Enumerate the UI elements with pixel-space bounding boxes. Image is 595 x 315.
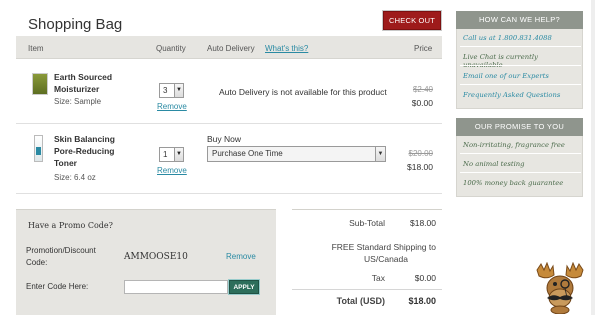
remove-promo-link[interactable]: Remove (226, 252, 256, 261)
applied-promo-code: AMMOOSE10 (124, 252, 188, 262)
promo-code-input[interactable] (124, 280, 228, 294)
original-price: $20.00 (408, 149, 433, 158)
shipping-label: FREE Standard Shipping to US/Canada (331, 242, 436, 264)
divider (460, 46, 581, 47)
tax-value: $0.00 (414, 273, 436, 283)
totals-divider (292, 289, 442, 290)
auto-delivery-unavailable-text: Auto Delivery is not available for this … (219, 87, 387, 97)
item-price: $0.00 (411, 98, 433, 108)
buy-now-label: Buy Now (207, 134, 242, 144)
quantity-value: 1 (163, 150, 168, 159)
shopping-bag-panel: Shopping Bag CHECK OUT Item Quantity Aut… (16, 0, 442, 315)
page-title: Shopping Bag (28, 16, 123, 33)
whats-this-link[interactable]: What's this? (265, 44, 308, 53)
remove-link[interactable]: Remove (157, 166, 187, 175)
product-thumbnail-toner[interactable] (34, 135, 43, 162)
moose-mascot-icon[interactable] (531, 262, 589, 314)
divider (460, 172, 581, 173)
faq-link[interactable]: Frequently Asked Questions (463, 91, 578, 99)
divider (460, 84, 581, 85)
promise-item: Non-irritating, fragrance free (463, 141, 565, 149)
total-value: $18.00 (408, 296, 436, 306)
help-box: Call us at 1.800.831.4088 Live Chat is c… (456, 29, 583, 109)
quantity-select[interactable]: 1 ▼ (159, 147, 184, 162)
help-heading: HOW CAN WE HELP? (456, 11, 583, 29)
chevron-down-icon: ▼ (375, 147, 385, 161)
order-totals: Sub-Total $18.00 FREE Standard Shipping … (292, 209, 442, 315)
original-price: $2.40 (412, 85, 433, 94)
apply-button[interactable]: APPLY (229, 280, 259, 294)
divider (460, 153, 581, 154)
product-thumbnail-moisturizer[interactable] (32, 73, 48, 95)
subtotal-value: $18.00 (410, 218, 436, 228)
promo-heading: Have a Promo Code? (28, 221, 113, 230)
enter-code-label: Enter Code Here: (26, 282, 89, 291)
purchase-option-value: Purchase One Time (212, 149, 283, 158)
product-name[interactable]: Earth Sourced Moisturizer (54, 71, 112, 95)
column-header-auto-delivery: Auto Delivery (207, 44, 255, 53)
quantity-value: 3 (163, 86, 168, 95)
cart-table-header: Item Quantity Auto Delivery What's this?… (16, 36, 442, 59)
column-header-quantity: Quantity (156, 44, 186, 53)
product-size: Size: 6.4 oz (54, 173, 96, 182)
subtotal-label: Sub-Total (349, 218, 385, 228)
promise-item: No animal testing (463, 160, 525, 168)
email-experts-link[interactable]: Email one of our Experts (463, 72, 578, 80)
promise-box: Non-irritating, fragrance free No animal… (456, 136, 583, 197)
row-divider (16, 123, 442, 124)
product-name[interactable]: Skin Balancing Pore-Reducing Toner (54, 133, 115, 169)
chevron-down-icon: ▼ (174, 84, 183, 97)
chevron-down-icon: ▼ (174, 148, 183, 161)
quantity-select[interactable]: 3 ▼ (159, 83, 184, 98)
promise-heading: OUR PROMISE TO YOU (456, 118, 583, 136)
call-us-link[interactable]: Call us at 1.800.831.4088 (463, 34, 578, 42)
remove-link[interactable]: Remove (157, 102, 187, 111)
column-header-price: Price (414, 44, 433, 53)
product-size: Size: Sample (54, 97, 102, 106)
purchase-option-select[interactable]: Purchase One Time ▼ (207, 146, 386, 162)
promo-code-panel: Have a Promo Code? Promotion/Discount Co… (16, 209, 276, 315)
divider (460, 65, 581, 66)
page-scrollbar[interactable] (591, 0, 595, 315)
tax-label: Tax (371, 273, 385, 283)
checkout-button[interactable]: CHECK OUT (383, 11, 441, 30)
live-chat-status: Live Chat is currently unavailable (463, 53, 538, 69)
promo-label: Promotion/Discount Code: (26, 246, 96, 267)
row-divider (16, 193, 442, 194)
column-header-item: Item (28, 44, 44, 53)
item-price: $18.00 (407, 162, 433, 172)
promise-item: 100% money back guarantee (463, 179, 564, 187)
total-label: Total (USD) (336, 296, 385, 306)
